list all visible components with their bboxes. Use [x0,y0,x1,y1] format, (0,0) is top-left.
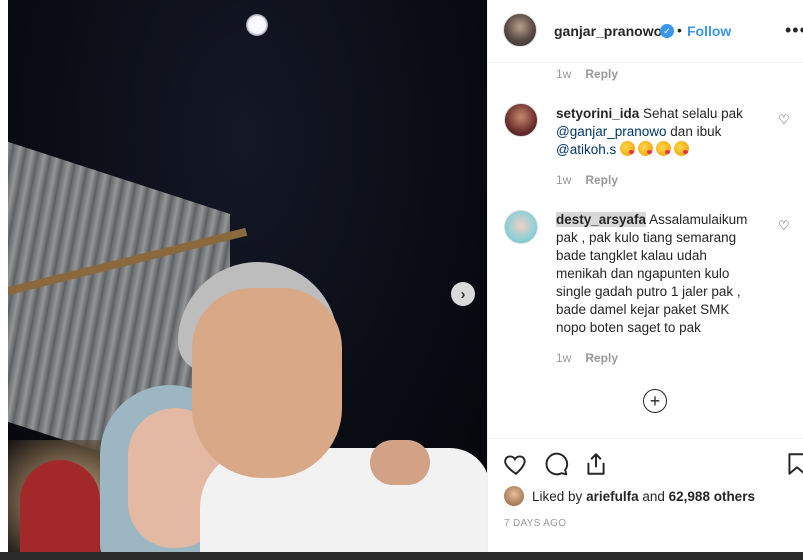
reply-button[interactable]: Reply [585,67,618,81]
window-bottom-bar [0,552,803,560]
comment-body: Assalamulaikum pak , pak kulo tiang sema… [556,212,748,335]
author-username[interactable]: ganjar_pranowo [554,23,662,39]
author-avatar[interactable] [503,13,537,47]
reply-button[interactable]: Reply [585,173,618,187]
reply-button[interactable]: Reply [585,351,618,365]
moon [246,14,268,36]
bookmark-icon[interactable] [784,451,803,477]
kiss-emoji-icon [656,141,671,156]
likes-summary: Liked by ariefulfa and 62,988 others [504,486,755,506]
liker-username[interactable]: ariefulfa [586,489,639,504]
comment-meta: 1w Reply [556,173,618,187]
mention-link[interactable]: @atikoh.s [556,142,616,157]
liker-avatar[interactable] [504,486,524,506]
background-person [20,460,100,552]
like-comment-heart-icon[interactable]: ♡ [778,112,790,128]
post-header: ganjar_pranowo ✓ • Follow ••• [488,0,803,63]
more-options-icon[interactable]: ••• [785,20,803,41]
likes-prefix: Liked by [532,488,583,504]
comment-body-part: Sehat selalu pak [643,106,743,121]
comment-age: 1w [556,67,572,81]
mention-link[interactable]: @ganjar_pranowo [556,124,667,139]
follow-button[interactable]: Follow [687,23,731,39]
photo-left-border [0,0,8,552]
verified-badge-icon: ✓ [660,24,674,38]
heart-icon[interactable] [503,451,529,477]
comment-text: desty_arsyafa Assalamulaikum pak , pak k… [556,211,761,337]
next-photo-button[interactable]: › [451,282,475,306]
commenter-avatar[interactable] [504,210,538,244]
man-face [192,288,342,478]
load-more-comments-icon[interactable]: + [643,389,667,413]
comment-icon[interactable] [543,451,569,477]
comment-text: setyorini_ida Sehat selalu pak @ganjar_p… [556,105,761,159]
kiss-emoji-icon [620,141,635,156]
commenter-username[interactable]: desty_arsyafa [556,212,647,227]
likes-count[interactable]: 62,988 others [669,489,755,504]
chevron-right-icon: › [460,285,466,303]
post-side-panel: ganjar_pranowo ✓ • Follow ••• 1w Reply se… [487,0,803,552]
like-comment-heart-icon[interactable]: ♡ [778,218,790,234]
commenter-avatar[interactable] [504,103,538,137]
share-icon[interactable] [583,451,609,477]
comment-age: 1w [556,351,572,365]
kiss-emoji-icon [674,141,689,156]
header-separator: • [677,22,682,38]
comment-age: 1w [556,173,572,187]
man-hand [370,440,430,485]
post-date[interactable]: 7 DAYS AGO [504,518,566,529]
comment-meta: 1w Reply [556,67,618,81]
kiss-emoji-icon [638,141,653,156]
likes-and: and [642,488,665,504]
comment-body-part: dan ibuk [670,124,722,139]
post-photo[interactable]: › [0,0,487,552]
commenter-username[interactable]: setyorini_ida [556,106,639,121]
post-actions: Liked by ariefulfa and 62,988 others 7 D… [488,438,803,552]
comment-meta: 1w Reply [556,351,618,365]
